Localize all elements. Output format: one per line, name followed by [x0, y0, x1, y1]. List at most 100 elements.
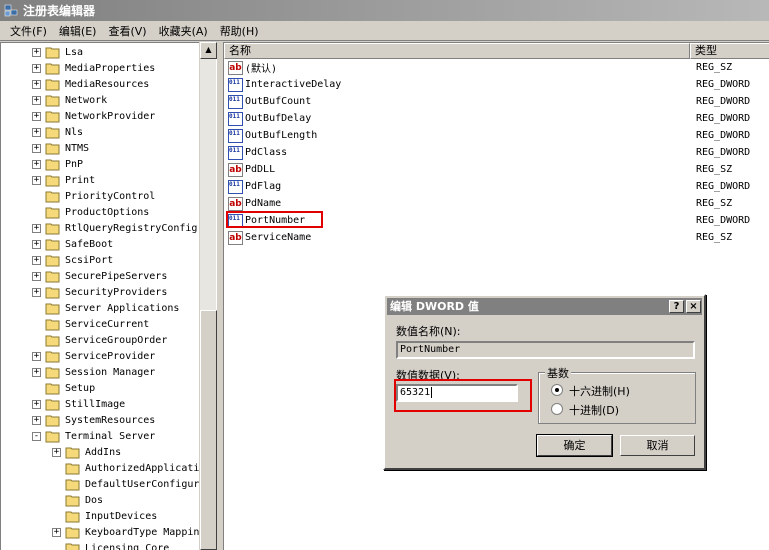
tree-item[interactable]: + NetworkProvider: [32, 108, 155, 124]
column-header-type[interactable]: 类型: [690, 43, 769, 59]
expand-icon[interactable]: +: [32, 223, 41, 233]
tree-item[interactable]: - Terminal Server: [32, 428, 155, 444]
expand-icon[interactable]: +: [32, 79, 41, 89]
tree-item[interactable]: + Print: [32, 172, 95, 188]
value-row[interactable]: ab ServiceName: [228, 229, 311, 246]
tree-item[interactable]: + SecurePipeServers: [32, 268, 167, 284]
tree-item[interactable]: + ScsiPort: [32, 252, 113, 268]
value-data-input[interactable]: 65321: [396, 384, 518, 402]
tree-item[interactable]: ProductOptions: [32, 204, 149, 220]
expand-icon[interactable]: +: [32, 399, 41, 409]
tree-item-label: Server Applications: [65, 302, 180, 314]
dword-value-icon: 011 110: [228, 179, 243, 194]
tree-item[interactable]: Licensing Core: [52, 540, 169, 550]
cancel-button[interactable]: 取消: [620, 435, 695, 456]
expand-icon[interactable]: +: [52, 527, 61, 537]
scroll-up-arrow-icon[interactable]: ▲: [200, 42, 217, 59]
tree-item[interactable]: Dos: [52, 492, 103, 508]
tree-item[interactable]: + Nls: [32, 124, 83, 140]
tree-item[interactable]: DefaultUserConfigur: [52, 476, 199, 492]
tree-item[interactable]: Setup: [32, 380, 95, 396]
value-row[interactable]: 011 110OutBufCount: [228, 93, 311, 110]
expand-icon[interactable]: +: [32, 415, 41, 425]
expand-icon[interactable]: +: [32, 271, 41, 281]
tree-item-label: SecurityProviders: [65, 286, 168, 298]
tree-item[interactable]: InputDevices: [52, 508, 157, 524]
tree-item[interactable]: ServiceGroupOrder: [32, 332, 167, 348]
tree-item-label: ServiceCurrent: [65, 318, 150, 330]
menu-file[interactable]: 文件(F): [4, 23, 53, 39]
menu-help[interactable]: 帮助(H): [214, 23, 265, 39]
value-row[interactable]: 011 110OutBufLength: [228, 127, 317, 144]
ok-button[interactable]: 确定: [536, 434, 613, 457]
expand-icon[interactable]: +: [32, 175, 41, 185]
tree-item[interactable]: + KeyboardType Mappin: [52, 524, 199, 540]
tree-item[interactable]: + PnP: [32, 156, 83, 172]
close-icon[interactable]: ×: [686, 300, 701, 313]
expand-icon[interactable]: +: [32, 143, 41, 153]
value-row[interactable]: 011 110PdClass: [228, 144, 287, 161]
tree-item[interactable]: + RtlQueryRegistryConfig: [32, 220, 197, 236]
folder-icon: [45, 47, 60, 58]
expand-icon[interactable]: +: [32, 255, 41, 265]
window-titlebar[interactable]: 注册表编辑器: [0, 0, 769, 21]
value-row[interactable]: 011 110PortNumber: [228, 212, 305, 229]
tree-item[interactable]: + NTMS: [32, 140, 89, 156]
expand-icon[interactable]: +: [32, 351, 41, 361]
value-row[interactable]: ab PdDLL: [228, 161, 275, 178]
expand-icon[interactable]: +: [32, 111, 41, 121]
value-row[interactable]: ab PdName: [228, 195, 281, 212]
tree-item-label: RtlQueryRegistryConfig: [65, 222, 198, 234]
tree-item[interactable]: + Network: [32, 92, 107, 108]
value-row[interactable]: 011 110PdFlag: [228, 178, 281, 195]
scroll-thumb[interactable]: [200, 310, 217, 550]
hex-radio[interactable]: [551, 384, 563, 396]
expand-icon[interactable]: +: [52, 447, 61, 457]
expand-icon[interactable]: +: [32, 47, 41, 57]
menu-view[interactable]: 查看(V): [102, 23, 152, 39]
expand-icon[interactable]: +: [32, 159, 41, 169]
dword-value-icon: 011 110: [228, 145, 243, 160]
tree-item[interactable]: AuthorizedApplicati: [52, 460, 199, 476]
expand-icon[interactable]: +: [32, 127, 41, 137]
dialog-titlebar[interactable]: 编辑 DWORD 值: [387, 298, 702, 315]
tree-item[interactable]: + MediaProperties: [32, 60, 155, 76]
expand-icon[interactable]: +: [32, 287, 41, 297]
tree-item[interactable]: + MediaResources: [32, 76, 149, 92]
tree-item[interactable]: + Session Manager: [32, 364, 155, 380]
tree-item-label: InputDevices: [85, 510, 158, 522]
tree-item[interactable]: Server Applications: [32, 300, 179, 316]
tree-item[interactable]: + AddIns: [52, 444, 121, 460]
expand-icon[interactable]: +: [32, 63, 41, 73]
tree-item[interactable]: + SecurityProviders: [32, 284, 167, 300]
hex-radio-label[interactable]: 十六进制(H): [569, 383, 630, 399]
tree-item-label: NTMS: [65, 142, 90, 154]
regedit-icon: [4, 4, 18, 17]
decimal-radio[interactable]: [551, 403, 563, 415]
menu-favorites[interactable]: 收藏夹(A): [153, 23, 214, 39]
decimal-radio-label[interactable]: 十进制(D): [569, 402, 619, 418]
text-cursor: [431, 387, 433, 398]
tree-item[interactable]: + StillImage: [32, 396, 125, 412]
tree-scrollbar[interactable]: ▲: [199, 42, 217, 550]
value-name: OutBufCount: [245, 96, 312, 107]
tree-item[interactable]: + Lsa: [32, 44, 83, 60]
tree-item[interactable]: + SafeBoot: [32, 236, 113, 252]
tree-item[interactable]: PriorityControl: [32, 188, 155, 204]
expand-icon[interactable]: +: [32, 239, 41, 249]
registry-tree[interactable]: + Lsa + MediaProperties + MediaResources + Netw…: [0, 42, 217, 550]
value-row[interactable]: 011 110InteractiveDelay: [228, 76, 341, 93]
menu-edit[interactable]: 编辑(E): [53, 23, 103, 39]
value-row[interactable]: 011 110OutBufDelay: [228, 110, 311, 127]
value-row[interactable]: ab (默认): [228, 59, 277, 76]
help-icon[interactable]: ?: [669, 300, 684, 313]
tree-item[interactable]: + SystemResources: [32, 412, 155, 428]
tree-item[interactable]: ServiceCurrent: [32, 316, 149, 332]
collapse-icon[interactable]: -: [32, 431, 41, 441]
value-name: PdName: [245, 198, 282, 209]
expand-icon[interactable]: +: [32, 367, 41, 377]
expand-icon[interactable]: +: [32, 95, 41, 105]
column-header-name[interactable]: 名称: [224, 43, 690, 59]
tree-item[interactable]: + ServiceProvider: [32, 348, 155, 364]
